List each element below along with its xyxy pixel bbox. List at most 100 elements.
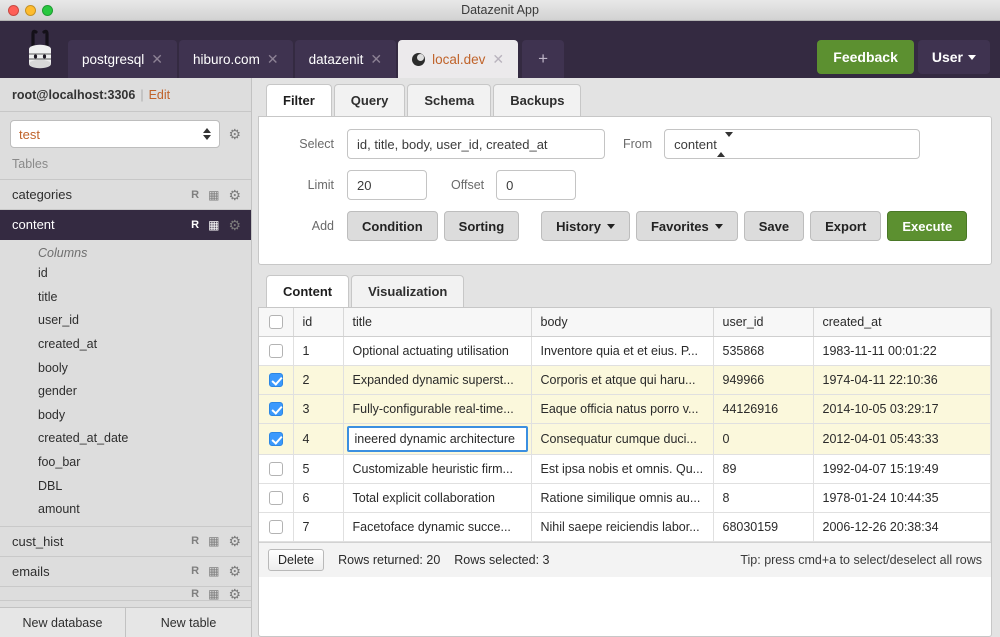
cell-id[interactable]: 1 <box>293 336 344 366</box>
sidebar-table-emails[interactable]: emails R ▦ ⚙ <box>0 556 251 587</box>
cell-created_at[interactable]: 2014-10-05 03:29:17 <box>813 394 991 424</box>
grid-icon[interactable]: ▦ <box>208 587 219 600</box>
row-checkbox[interactable] <box>268 402 283 417</box>
cell-user_id[interactable]: 89 <box>713 454 814 484</box>
new-tab-button[interactable]: + <box>522 40 565 78</box>
database-select[interactable]: test <box>10 120 221 148</box>
close-tab-icon[interactable]: ✕ <box>492 52 504 66</box>
table-row-icons[interactable]: R ▦ ⚙ <box>191 587 241 600</box>
cell-title[interactable]: Fully-configurable real-time... <box>343 394 532 424</box>
row-select-cell[interactable] <box>259 483 294 513</box>
maximize-window-icon[interactable] <box>42 5 53 16</box>
cell-user_id[interactable]: 68030159 <box>713 512 814 542</box>
column-header-user_id[interactable]: user_id <box>713 308 814 337</box>
new-database-button[interactable]: New database <box>0 608 125 637</box>
tab-query[interactable]: Query <box>333 84 406 116</box>
minimize-window-icon[interactable] <box>25 5 36 16</box>
cell-body[interactable]: Est ipsa nobis et omnis. Qu... <box>531 454 714 484</box>
row-select-cell[interactable] <box>259 394 294 424</box>
offset-input[interactable]: 0 <box>496 170 577 200</box>
new-table-button[interactable]: New table <box>125 608 251 637</box>
connection-tabs[interactable]: postgresql ✕ hiburo.com ✕ datazenit ✕ lo… <box>68 36 565 78</box>
column-item[interactable]: foo_bar <box>0 451 251 475</box>
cell-user_id[interactable]: 535868 <box>713 336 814 366</box>
table-row[interactable]: 6 Total explicit collaboration Ratione s… <box>259 483 991 513</box>
cell-edit-input[interactable]: ineered dynamic architecture <box>346 426 528 452</box>
tab-content[interactable]: Content <box>266 275 350 307</box>
close-tab-icon[interactable]: ✕ <box>151 52 163 66</box>
table-row-icons[interactable]: R ▦ ⚙ <box>191 534 241 548</box>
favorites-button[interactable]: Favorites <box>635 211 738 241</box>
table-row-icons[interactable]: R ▦ ⚙ <box>191 218 241 232</box>
column-header-title[interactable]: title <box>343 308 532 337</box>
gear-icon[interactable]: ⚙ <box>228 218 241 232</box>
connection-tab-hiburo[interactable]: hiburo.com ✕ <box>179 40 293 78</box>
user-menu-button[interactable]: User <box>917 40 990 74</box>
cell-title[interactable]: Customizable heuristic firm... <box>343 454 532 484</box>
cell-title[interactable]: Expanded dynamic superst... <box>343 365 532 395</box>
delete-rows-button[interactable]: Delete <box>268 549 325 571</box>
result-tabs[interactable]: Content Visualization <box>258 275 992 307</box>
select-input[interactable]: id, title, body, user_id, created_at <box>347 129 605 159</box>
cell-created_at[interactable]: 1983-11-11 00:01:22 <box>813 336 991 366</box>
row-checkbox[interactable] <box>268 491 283 506</box>
connection-tab-postgresql[interactable]: postgresql ✕ <box>68 40 178 78</box>
close-tab-icon[interactable]: ✕ <box>267 52 279 66</box>
row-checkbox[interactable] <box>268 462 283 477</box>
column-item[interactable]: title <box>0 286 251 310</box>
grid-icon[interactable]: ▦ <box>208 218 219 232</box>
gear-icon[interactable]: ⚙ <box>228 587 241 600</box>
refresh-r-icon[interactable]: R <box>191 588 199 600</box>
feedback-button[interactable]: Feedback <box>817 40 914 74</box>
row-select-cell[interactable] <box>259 512 294 542</box>
cell-id[interactable]: 3 <box>293 394 344 424</box>
cell-title-editing[interactable]: ineered dynamic architecture <box>343 423 532 455</box>
cell-id[interactable]: 6 <box>293 483 344 513</box>
cell-body[interactable]: Nihil saepe reiciendis labor... <box>531 512 714 542</box>
row-checkbox[interactable] <box>268 520 283 535</box>
row-select-cell[interactable] <box>259 365 294 395</box>
gear-icon[interactable]: ⚙ <box>228 188 241 202</box>
table-row[interactable]: 2 Expanded dynamic superst... Corporis e… <box>259 365 991 395</box>
cell-created_at[interactable]: 1992-04-07 15:19:49 <box>813 454 991 484</box>
grid-icon[interactable]: ▦ <box>208 564 219 578</box>
cell-body[interactable]: Inventore quia et et eius. P... <box>531 336 714 366</box>
sidebar-table-content[interactable]: content R ▦ ⚙ <box>0 210 251 240</box>
sidebar-table-cust_hist[interactable]: cust_hist R ▦ ⚙ <box>0 526 251 557</box>
cell-id[interactable]: 2 <box>293 365 344 395</box>
column-item[interactable]: gender <box>0 380 251 404</box>
refresh-r-icon[interactable]: R <box>191 565 199 577</box>
row-checkbox[interactable] <box>268 344 283 359</box>
sidebar-table-categories[interactable]: categories R ▦ ⚙ <box>0 180 251 210</box>
select-all-checkbox[interactable] <box>268 315 283 330</box>
edit-connection-link[interactable]: Edit <box>149 88 171 102</box>
tab-visualization[interactable]: Visualization <box>351 275 465 307</box>
column-header-id[interactable]: id <box>293 308 344 337</box>
history-button[interactable]: History <box>541 211 630 241</box>
cell-user_id[interactable]: 0 <box>713 423 814 455</box>
select-all-header[interactable] <box>259 308 294 337</box>
row-select-cell[interactable] <box>259 454 294 484</box>
connection-tab-local-dev[interactable]: local.dev ✕ <box>398 40 519 78</box>
cell-id[interactable]: 5 <box>293 454 344 484</box>
column-header-body[interactable]: body <box>531 308 714 337</box>
column-item[interactable]: user_id <box>0 309 251 333</box>
save-button[interactable]: Save <box>743 211 805 241</box>
cell-body[interactable]: Corporis et atque qui haru... <box>531 365 714 395</box>
column-item[interactable]: created_at_date <box>0 427 251 451</box>
panel-tabs[interactable]: Filter Query Schema Backups <box>258 84 992 116</box>
sidebar-table-partial[interactable]: R ▦ ⚙ <box>0 586 251 601</box>
table-row[interactable]: 5 Customizable heuristic firm... Est ips… <box>259 454 991 484</box>
column-header-created_at[interactable]: created_at <box>813 308 991 337</box>
table-row[interactable]: 1 Optional actuating utilisation Invento… <box>259 336 991 366</box>
row-checkbox[interactable] <box>268 432 283 447</box>
refresh-r-icon[interactable]: R <box>191 219 199 231</box>
execute-button[interactable]: Execute <box>887 211 968 241</box>
limit-input[interactable]: 20 <box>347 170 427 200</box>
cell-body[interactable]: Consequatur cumque duci... <box>531 423 714 455</box>
table-row-icons[interactable]: R ▦ ⚙ <box>191 564 241 578</box>
table-row-icons[interactable]: R ▦ ⚙ <box>191 188 241 202</box>
cell-title[interactable]: Optional actuating utilisation <box>343 336 532 366</box>
cell-created_at[interactable]: 2006-12-26 20:38:34 <box>813 512 991 542</box>
cell-user_id[interactable]: 44126916 <box>713 394 814 424</box>
